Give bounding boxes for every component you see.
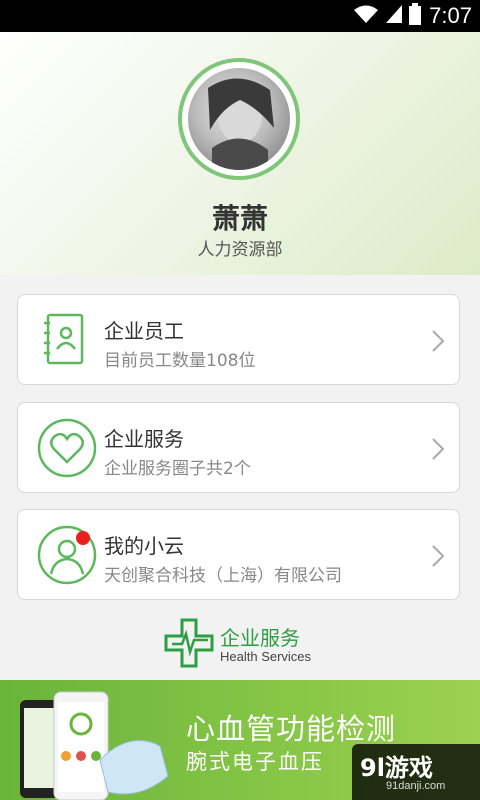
card-services[interactable]: 企业服务 企业服务圈子共2个 [17, 402, 460, 493]
brand-title: 企业服务 [220, 626, 300, 650]
clock: 7:07 [429, 3, 472, 28]
card-title: 我的小云 [104, 534, 184, 558]
watermark-url: 91danji.com [386, 780, 446, 792]
cross-logo-icon [164, 618, 214, 668]
battery-icon [409, 3, 422, 29]
card-my-cloud[interactable]: 我的小云 天创聚合科技（上海）有限公司 [17, 509, 460, 600]
promo-banner[interactable]: 心血管功能检测 腕式电子血压 9l游戏 91danji.com [0, 680, 480, 800]
watermark: 9l游戏 91danji.com [352, 744, 480, 800]
card-employees[interactable]: 企业员工 目前员工数量108位 [17, 294, 460, 385]
person-icon [36, 524, 98, 586]
device-image [20, 691, 169, 800]
brand-logo: 企业服务 Health Services [162, 616, 332, 672]
heart-icon [36, 417, 98, 479]
chevron-right-icon [431, 544, 445, 568]
signal-icon [385, 4, 403, 28]
watermark-brand: 9l游戏 [360, 754, 433, 782]
brand-subtitle: Health Services [220, 649, 312, 664]
banner-subtitle: 腕式电子血压 [186, 750, 324, 774]
wifi-icon [353, 4, 379, 28]
user-department: 人力资源部 [197, 240, 283, 260]
card-title: 企业服务 [104, 427, 184, 451]
card-subtitle: 企业服务圈子共2个 [104, 459, 251, 479]
chevron-right-icon [431, 437, 445, 461]
notification-badge [76, 531, 90, 545]
card-subtitle: 天创聚合科技（上海）有限公司 [104, 566, 342, 586]
chevron-right-icon [431, 329, 445, 353]
banner-title: 心血管功能检测 [186, 712, 397, 746]
contacts-book-icon [36, 309, 98, 371]
card-title: 企业员工 [104, 319, 184, 343]
avatar-frame[interactable] [178, 58, 300, 180]
profile-header: 萧萧 人力资源部 [0, 32, 480, 275]
avatar[interactable] [188, 68, 290, 170]
card-subtitle: 目前员工数量108位 [104, 351, 256, 371]
user-name: 萧萧 [211, 202, 268, 235]
status-bar: 7:07 [0, 0, 480, 32]
